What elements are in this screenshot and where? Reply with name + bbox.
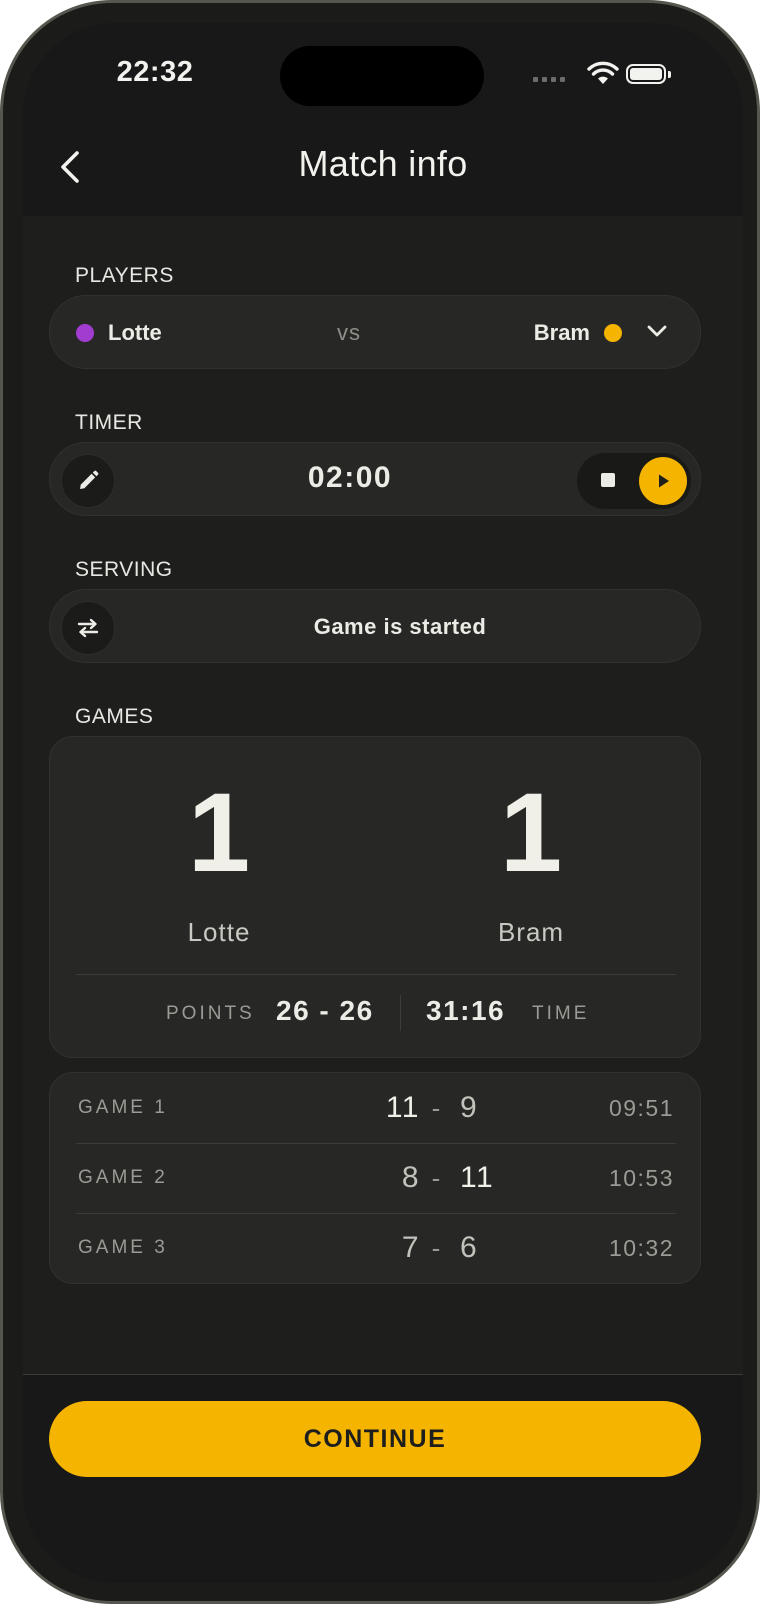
player2-color-dot (604, 324, 622, 342)
players-section-label: PLAYERS (75, 264, 174, 287)
game-row-score-b: 9 (460, 1091, 479, 1124)
game-row-dash: - (431, 1093, 441, 1123)
total-time-value: 31:16 (426, 995, 506, 1026)
player2-games-name: Bram (497, 917, 565, 947)
swap-arrows-icon (77, 618, 99, 638)
phone-frame: 22:32 Match info PLAYERS Lotte vs Bram T… (0, 0, 760, 1604)
game-row-dash: - (431, 1163, 441, 1193)
serving-status: Game is started (313, 614, 487, 639)
game-row[interactable]: GAME 2 8 - 11 10:53 (50, 1143, 702, 1213)
top-bar: 22:32 Match info (23, 23, 743, 216)
summary-divider (76, 974, 676, 975)
game-row-label: GAME 3 (78, 1237, 168, 1258)
vs-label: vs (337, 320, 361, 345)
page-title: Match info (298, 143, 468, 184)
status-time: 22:32 (116, 56, 194, 88)
game-row-time: 10:53 (608, 1165, 674, 1191)
game-row-score-a: 7 (401, 1231, 420, 1264)
cellular-signal-icon (533, 77, 565, 82)
games-section-label: GAMES (75, 705, 154, 728)
player1-games-won: 1 (187, 770, 251, 895)
player2-games-won: 1 (499, 770, 563, 895)
status-icons (533, 61, 693, 91)
serving-section-label: SERVING (75, 558, 173, 581)
timer-bar: 02:00 (49, 442, 701, 516)
players-selector[interactable]: Lotte vs Bram (49, 295, 701, 369)
game-row-dash: - (431, 1233, 441, 1263)
stop-icon[interactable] (601, 473, 615, 487)
back-chevron-icon[interactable] (53, 147, 87, 187)
pencil-icon (80, 470, 99, 489)
play-button[interactable] (639, 457, 687, 505)
wifi-icon (587, 61, 619, 84)
player1-games-name: Lotte (187, 917, 251, 947)
points-label: POINTS (166, 1003, 255, 1024)
game-row-label: GAME 1 (78, 1097, 168, 1118)
game-row-score-a: 11 (385, 1091, 420, 1124)
time-label: TIME (532, 1003, 590, 1024)
games-list-card: GAME 1 11 - 9 09:51 GAME 2 8 - 11 10:53 … (49, 1072, 701, 1284)
swap-serve-button[interactable] (61, 601, 115, 655)
points-value: 26 - 26 (276, 995, 374, 1026)
dynamic-island (280, 46, 484, 106)
game-row-time: 09:51 (608, 1095, 674, 1121)
games-summary-card: 1 1 Lotte Bram POINTS 26 - 26 31:16 TIME (49, 736, 701, 1058)
game-row[interactable]: GAME 1 11 - 9 09:51 (50, 1073, 702, 1143)
timer-value: 02:00 (307, 461, 393, 494)
edit-timer-button[interactable] (61, 454, 115, 508)
serving-bar: Game is started (49, 589, 701, 663)
game-row-score-a: 8 (401, 1161, 420, 1194)
timer-controls (577, 453, 691, 509)
player1-color-dot (76, 324, 94, 342)
chevron-down-icon[interactable] (646, 320, 668, 342)
continue-button[interactable]: CONTINUE (49, 1401, 701, 1477)
game-row-score-b: 6 (460, 1231, 479, 1264)
game-row[interactable]: GAME 3 7 - 6 10:32 (50, 1213, 702, 1283)
summary-separator (400, 995, 401, 1031)
battery-icon (626, 64, 666, 84)
screen: 22:32 Match info PLAYERS Lotte vs Bram T… (23, 23, 743, 1583)
timer-section-label: TIMER (75, 411, 143, 434)
play-icon (659, 474, 669, 488)
game-row-score-b: 11 (460, 1161, 495, 1194)
player1-name: Lotte (108, 320, 162, 345)
game-row-time: 10:32 (608, 1235, 674, 1261)
player2-name: Bram (533, 320, 590, 345)
battery-tip (668, 71, 671, 78)
game-row-label: GAME 2 (78, 1167, 168, 1188)
